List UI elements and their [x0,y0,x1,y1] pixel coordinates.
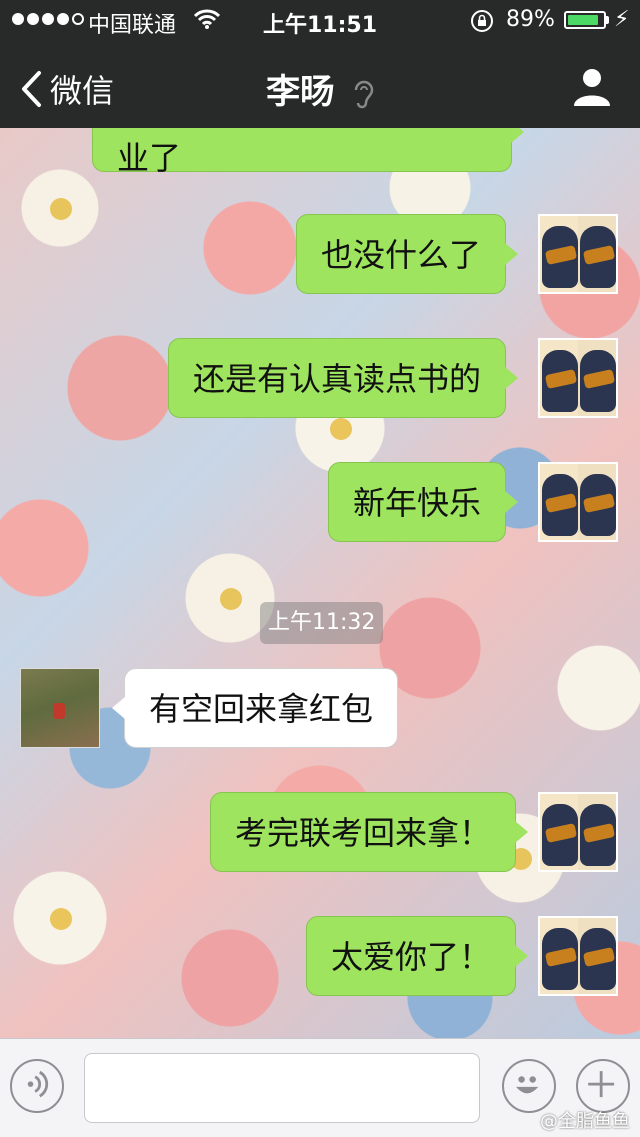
voice-icon [27,1070,49,1098]
more-button[interactable] [576,1059,630,1113]
watermark: @全脂鱼鱼 [540,1111,630,1132]
chat-area[interactable]: 业了 也没什么了 还是有认真读点书的 新年快乐 上午11:32 有空回来拿红包 … [0,128,640,1038]
input-bar: @全脂鱼鱼 [0,1038,640,1137]
message-bubble-sent[interactable]: 考完联考回来拿！ [210,792,529,872]
message-bubble-sent[interactable]: 业了 [92,128,524,177]
message-text: 还是有认真读点书的 [193,360,482,398]
wallpaper-flower [50,908,72,930]
avatar-me[interactable] [538,462,618,542]
wallpaper-flower [50,198,72,220]
message-text: 考完联考回来拿！ [235,814,492,852]
message-bubble-sent[interactable]: 也没什么了 [296,214,519,294]
avatar-friend[interactable] [20,668,100,748]
message-text: 新年快乐 [353,484,482,522]
timestamp-divider: 上午11:32 [260,602,384,644]
avatar-me[interactable] [538,338,618,418]
emoji-button[interactable] [502,1059,556,1113]
profile-icon[interactable] [572,66,612,106]
contact-name: 李旸 [266,72,335,112]
emoji-icon [516,1076,539,1094]
message-bubble-received[interactable]: 有空回来拿红包 [111,668,399,748]
avatar-me[interactable] [538,792,618,872]
wallpaper-flower [220,588,242,610]
charging-icon: ⚡ [614,7,630,32]
battery-nub [606,16,609,24]
message-text: 太爱你了！ [331,938,492,976]
status-bar: 中国联通 上午11:51 89% ⚡ [0,0,640,40]
message-text: 也没什么了 [321,236,482,274]
chat-title: 李旸 [0,64,640,113]
plus-icon [588,1071,615,1098]
message-text: 有空回来拿红包 [149,690,374,728]
message-bubble-sent[interactable]: 太爱你了！ [306,916,529,996]
battery-percent: 89% [506,7,555,32]
avatar-me[interactable] [538,214,618,294]
message-text: 业了 [117,139,182,177]
message-input[interactable] [84,1053,480,1123]
message-bubble-sent[interactable]: 还是有认真读点书的 [168,338,519,418]
avatar-me[interactable] [538,916,618,996]
top-bar: 中国联通 上午11:51 89% ⚡ 微信 李旸 [0,0,640,128]
nav-bar: 微信 李旸 [0,40,640,128]
earpiece-icon [354,80,374,108]
message-bubble-sent[interactable]: 新年快乐 [328,462,519,542]
battery-icon [564,11,606,29]
rotation-lock-icon [471,10,493,32]
voice-button[interactable] [10,1059,64,1113]
wallpaper-flower [330,418,352,440]
